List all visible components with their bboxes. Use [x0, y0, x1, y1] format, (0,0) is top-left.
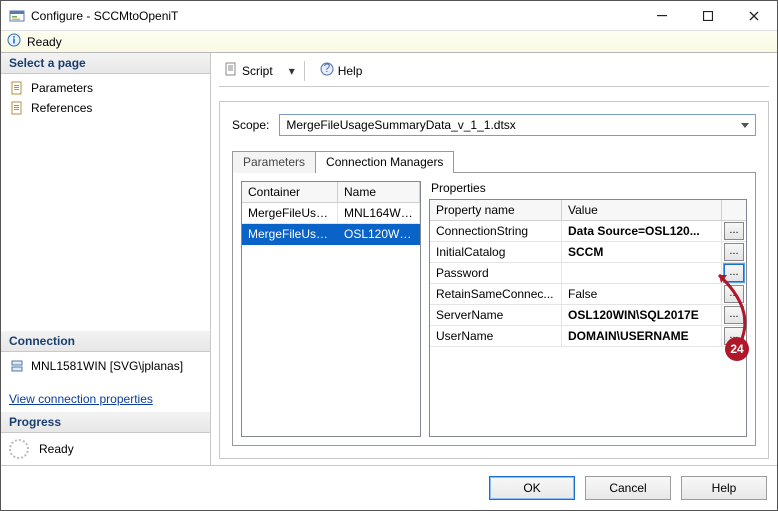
sidebar: Select a page Parameters References Conn… — [1, 53, 211, 465]
prop-header-spacer — [722, 200, 746, 221]
app-icon — [9, 8, 25, 24]
prop-header-value[interactable]: Value — [562, 200, 722, 221]
property-name: ConnectionString — [430, 221, 562, 242]
property-row[interactable]: InitialCatalogSCCM... — [430, 242, 746, 263]
server-icon — [9, 358, 25, 374]
ready-bar: Ready — [1, 31, 777, 53]
property-name: InitialCatalog — [430, 242, 562, 263]
ellipsis-button[interactable]: ... — [724, 264, 744, 282]
select-page-header: Select a page — [1, 53, 210, 74]
callout-badge: 24 — [725, 337, 749, 361]
svg-text:?: ? — [323, 62, 330, 75]
dialog-footer: OK Cancel Help — [1, 465, 777, 510]
close-button[interactable] — [731, 1, 777, 30]
sidebar-item-label: Parameters — [31, 81, 93, 95]
maximize-button[interactable] — [685, 1, 731, 30]
ellipsis-button[interactable]: ... — [724, 222, 744, 240]
connection-managers-grid[interactable]: Container Name MergeFileUsag... MNL164WI… — [241, 181, 421, 437]
ellipsis-button[interactable]: ... — [724, 306, 744, 324]
scope-value: MergeFileUsageSummaryData_v_1_1.dtsx — [286, 118, 515, 132]
property-row[interactable]: RetainSameConnec...False... — [430, 284, 746, 305]
property-value[interactable]: False — [562, 284, 722, 305]
scope-label: Scope: — [232, 118, 269, 132]
page-icon — [9, 80, 25, 96]
script-label: Script — [242, 64, 273, 78]
property-value[interactable]: SCCM — [562, 242, 722, 263]
property-ellipsis-cell: ... — [722, 305, 746, 326]
property-name: RetainSameConnec... — [430, 284, 562, 305]
property-row[interactable]: Password... — [430, 263, 746, 284]
ready-text: Ready — [27, 35, 62, 49]
progress-row: Ready — [1, 433, 210, 465]
properties-grid: Property name Value ConnectionStringData… — [429, 199, 747, 437]
property-name: ServerName — [430, 305, 562, 326]
property-name: Password — [430, 263, 562, 284]
conn-grid-row[interactable]: MergeFileUsag... MNL164WIN... — [242, 203, 420, 224]
toolbar-divider — [304, 61, 305, 81]
progress-spinner-icon — [9, 439, 29, 459]
conn-grid-header-container[interactable]: Container — [242, 182, 338, 203]
help-toolbar-button[interactable]: ? Help — [315, 59, 368, 82]
progress-text: Ready — [39, 442, 74, 456]
property-value[interactable]: DOMAIN\USERNAME — [562, 326, 722, 347]
toolbar: Script ▾ ? Help — [219, 59, 769, 87]
property-ellipsis-cell: ... — [722, 284, 746, 305]
property-value[interactable]: Data Source=OSL120... — [562, 221, 722, 242]
cancel-button[interactable]: Cancel — [585, 476, 671, 500]
script-icon — [224, 62, 238, 79]
window-buttons — [639, 1, 777, 30]
help-button[interactable]: Help — [681, 476, 767, 500]
script-button[interactable]: Script — [219, 59, 278, 82]
tab-panel-connection-managers: Container Name MergeFileUsag... MNL164WI… — [232, 172, 756, 446]
tabs: Parameters Connection Managers — [232, 150, 756, 172]
minimize-button[interactable] — [639, 1, 685, 30]
prop-header-name[interactable]: Property name — [430, 200, 562, 221]
window-title: Configure - SCCMtoOpeniT — [31, 9, 639, 23]
dialog-window: Configure - SCCMtoOpeniT Ready Select a … — [0, 0, 778, 511]
property-ellipsis-cell: ... — [722, 263, 746, 284]
tab-parameters[interactable]: Parameters — [232, 151, 316, 173]
callout-number: 24 — [730, 342, 743, 356]
sidebar-item-parameters[interactable]: Parameters — [7, 78, 204, 98]
script-dropdown[interactable]: ▾ — [284, 61, 294, 81]
sidebar-item-references[interactable]: References — [7, 98, 204, 118]
connection-server: MNL1581WIN [SVG\jplanas] — [7, 356, 204, 376]
page-icon — [9, 100, 25, 116]
ellipsis-button[interactable]: ... — [724, 285, 744, 303]
titlebar: Configure - SCCMtoOpeniT — [1, 1, 777, 31]
help-label: Help — [338, 64, 363, 78]
info-icon — [7, 33, 21, 50]
tab-connection-managers[interactable]: Connection Managers — [315, 151, 454, 173]
properties-title: Properties — [431, 181, 747, 195]
property-row[interactable]: ServerNameOSL120WIN\SQL2017E... — [430, 305, 746, 326]
main-panel: Script ▾ ? Help Scope: MergeFileUsageSum… — [211, 53, 777, 465]
connection-header: Connection — [1, 331, 210, 352]
property-ellipsis-cell: ... — [722, 221, 746, 242]
scope-select[interactable]: MergeFileUsageSummaryData_v_1_1.dtsx — [279, 114, 756, 136]
view-connection-properties-link[interactable]: View connection properties — [1, 386, 161, 412]
progress-header: Progress — [1, 412, 210, 433]
conn-grid-row[interactable]: MergeFileUsag... OSL120WIN... — [242, 224, 420, 245]
sidebar-item-label: References — [31, 101, 92, 115]
conn-grid-header-name[interactable]: Name — [338, 182, 420, 203]
connection-server-text: MNL1581WIN [SVG\jplanas] — [31, 359, 183, 373]
property-row[interactable]: ConnectionStringData Source=OSL120...... — [430, 221, 746, 242]
property-ellipsis-cell: ... — [722, 242, 746, 263]
help-icon: ? — [320, 62, 334, 79]
property-value[interactable]: OSL120WIN\SQL2017E — [562, 305, 722, 326]
property-name: UserName — [430, 326, 562, 347]
property-row[interactable]: UserNameDOMAIN\USERNAME... — [430, 326, 746, 347]
property-value[interactable] — [562, 263, 722, 284]
ok-button[interactable]: OK — [489, 476, 575, 500]
ellipsis-button[interactable]: ... — [724, 243, 744, 261]
